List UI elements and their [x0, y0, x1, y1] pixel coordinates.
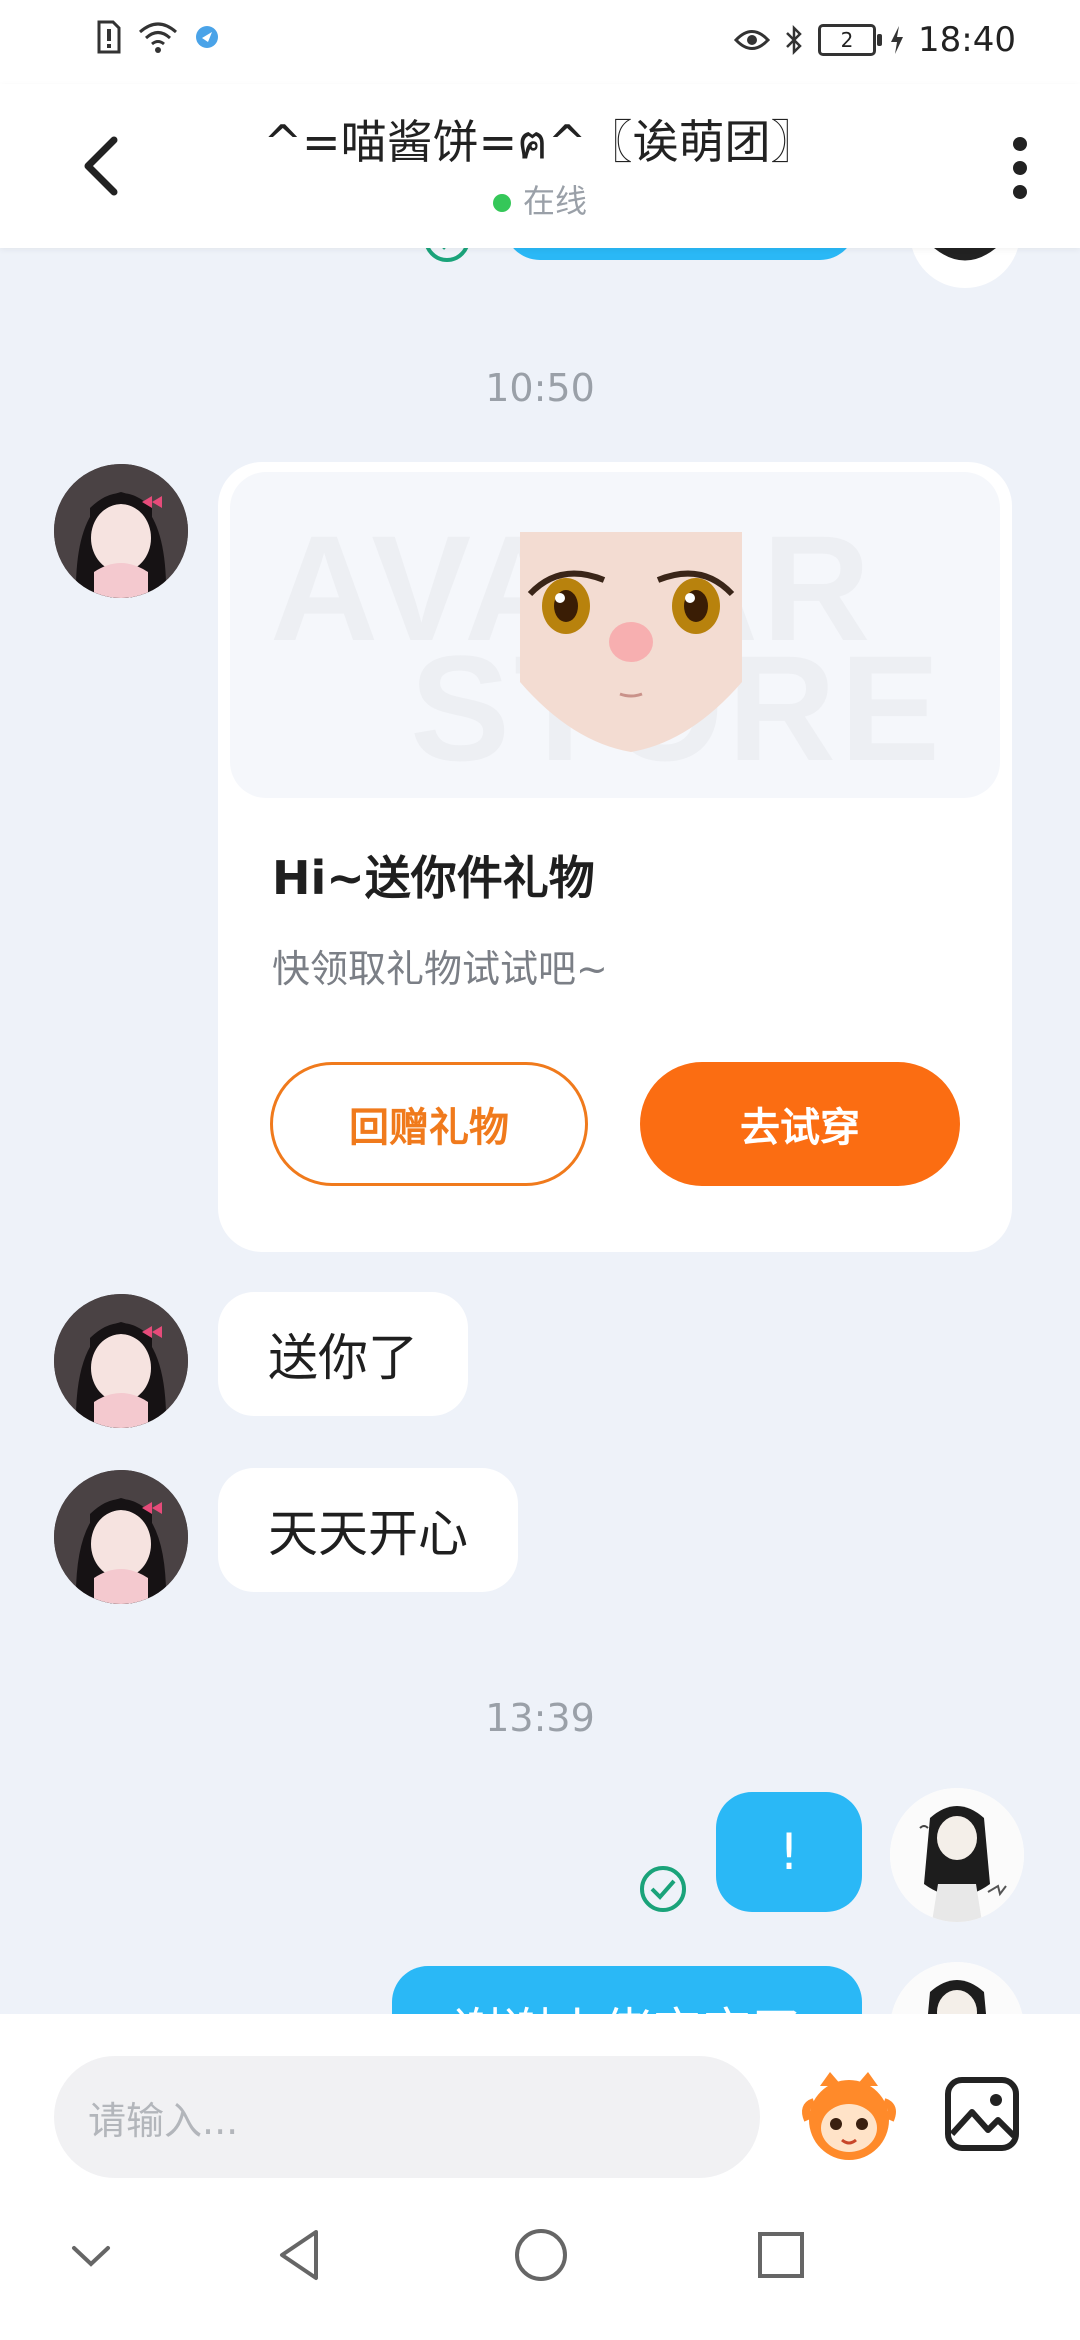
gift-card-image[interactable]: AVATAR STORE [230, 472, 1000, 798]
nav-home-icon[interactable] [506, 2220, 576, 2290]
message-input[interactable]: 请输入... [54, 2056, 760, 2178]
nav-back-icon[interactable] [266, 2220, 336, 2290]
my-avatar-illustration [934, 248, 996, 261]
gift-card[interactable]: AVATAR STORE Hi~送你件礼物 快领取礼物试试吧~ 回赠礼物 去试穿 [218, 462, 1012, 1252]
system-nav-bar [0, 2182, 1080, 2340]
read-check-icon [425, 248, 469, 262]
online-status: 在线 [0, 176, 1080, 222]
my-avatar[interactable] [910, 248, 1020, 288]
read-check-icon [640, 1866, 686, 1912]
contact-avatar[interactable] [54, 1470, 188, 1604]
status-bar: 2 18:40 [0, 0, 1080, 84]
contact-avatar-illustration [54, 1470, 188, 1604]
incoming-message[interactable]: 送你了 [218, 1292, 468, 1416]
status-right-icons: 2 18:40 [734, 20, 1016, 60]
contact-avatar[interactable] [54, 464, 188, 598]
my-avatar[interactable] [890, 1788, 1024, 1922]
eye-comfort-icon [734, 30, 771, 50]
timestamp: 13:39 [485, 1696, 595, 1740]
emoji-mascot-icon [802, 2072, 896, 2160]
incoming-message[interactable]: 天天开心 [218, 1468, 518, 1592]
contact-avatar-illustration [54, 464, 188, 598]
return-gift-button[interactable]: 回赠礼物 [270, 1062, 588, 1186]
input-bar: 请输入... [0, 2014, 1080, 2182]
online-dot-icon [492, 194, 511, 212]
my-avatar-illustration [890, 1962, 1024, 2014]
contact-avatar[interactable] [54, 1294, 188, 1428]
nav-recents-icon[interactable] [746, 2220, 816, 2290]
gift-card-title: Hi~送你件礼物 [272, 851, 595, 905]
app-notification-icon [196, 26, 218, 48]
status-left-icons [96, 20, 220, 54]
outgoing-message[interactable]: 谢谢小佬宝宝了 [392, 1966, 862, 2014]
image-picker-button[interactable] [944, 2076, 1020, 2152]
timestamp: 10:50 [485, 366, 595, 410]
chat-header: ^=喵酱饼=ฅ^〖诶萌团〗 在线 [0, 84, 1080, 248]
message-list[interactable]: 10:50 AVATAR STORE [0, 248, 1080, 2014]
more-options-button[interactable] [1000, 130, 1040, 206]
battery-icon: 2 [818, 24, 883, 56]
contact-avatar-illustration [54, 1294, 188, 1428]
online-status-label: 在线 [522, 182, 587, 220]
emoji-button[interactable] [800, 2066, 898, 2164]
avatar-face-preview [520, 532, 742, 752]
charging-icon [891, 26, 904, 54]
status-time: 18:40 [918, 20, 1016, 60]
contact-name: ^=喵酱饼=ฅ^〖诶萌团〗 [263, 115, 817, 169]
gift-card-subtitle: 快领取礼物试试吧~ [272, 947, 608, 991]
wifi-icon [139, 22, 177, 53]
sim-alert-icon [97, 20, 121, 54]
bluetooth-icon [786, 24, 802, 56]
outgoing-message[interactable]: ! [716, 1792, 862, 1912]
more-vertical-icon [1013, 137, 1027, 199]
my-avatar[interactable] [890, 1962, 1024, 2014]
collapse-chevron-icon[interactable] [56, 2220, 126, 2290]
outgoing-message-partial[interactable] [504, 248, 856, 260]
try-on-button[interactable]: 去试穿 [640, 1062, 960, 1186]
image-icon [945, 2077, 1019, 2151]
my-avatar-illustration [890, 1788, 1024, 1922]
